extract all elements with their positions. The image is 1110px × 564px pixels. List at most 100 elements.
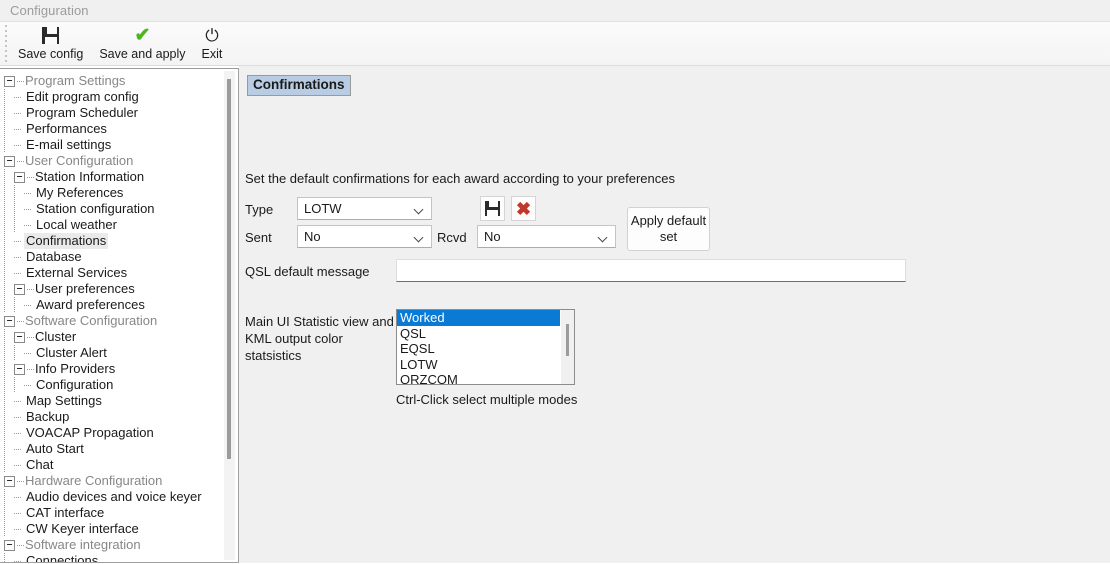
tree-item-e-mail-settings[interactable]: E-mail settings — [4, 137, 238, 153]
tree-indent-guide — [14, 377, 15, 393]
tree-connector — [27, 329, 35, 345]
tree-item-cw-keyer-interface[interactable]: CW Keyer interface — [4, 521, 238, 537]
tree-connector — [14, 121, 24, 137]
tree-indent-guide — [4, 249, 5, 265]
tree-item-cluster[interactable]: Cluster — [4, 329, 238, 345]
tree-indent-guide — [4, 425, 5, 441]
tree-item-info-providers[interactable]: Info Providers — [4, 361, 238, 377]
toolbar-gripper[interactable] — [1, 23, 10, 63]
tree-item-station-configuration[interactable]: Station configuration — [4, 201, 238, 217]
tree-connector — [17, 313, 25, 329]
tree-item-performances[interactable]: Performances — [4, 121, 238, 137]
statistics-list-item[interactable]: EQSL — [397, 341, 574, 357]
tree-expander-icon[interactable] — [14, 171, 25, 183]
tree-item-award-preferences[interactable]: Award preferences — [4, 297, 238, 313]
tree-item-hardware-configuration[interactable]: Hardware Configuration — [4, 473, 238, 489]
tree-connector — [14, 137, 24, 153]
tree-item-label: My References — [36, 185, 124, 200]
tree-connector — [27, 361, 35, 377]
exit-label: Exit — [201, 47, 223, 61]
tree-item-cat-interface[interactable]: CAT interface — [4, 505, 238, 521]
tree-connector — [14, 441, 24, 457]
tree-item-auto-start[interactable]: Auto Start — [4, 441, 238, 457]
tree-item-connections[interactable]: Connections — [4, 553, 238, 562]
tree-item-software-integration[interactable]: Software integration — [4, 537, 238, 553]
tree-item-label: Auto Start — [26, 441, 84, 456]
tree-indent-guide — [4, 393, 5, 409]
tree-item-label: Edit program config — [26, 89, 139, 104]
tree-scrollbar[interactable] — [224, 71, 235, 560]
tree-item-label: Cluster Alert — [36, 345, 107, 360]
tree-expander-icon[interactable] — [4, 155, 15, 167]
tree-item-user-configuration[interactable]: User Configuration — [4, 153, 238, 169]
chevron-down-icon — [409, 226, 431, 247]
statistics-listbox-thumb[interactable] — [566, 324, 569, 356]
tree-expander-icon[interactable] — [14, 331, 25, 343]
tree-item-program-settings[interactable]: Program Settings — [4, 73, 238, 89]
save-confirmation-button[interactable] — [480, 196, 505, 221]
tree-expander-icon[interactable] — [4, 315, 15, 327]
tree-item-map-settings[interactable]: Map Settings — [4, 393, 238, 409]
tree-item-label: External Services — [26, 265, 128, 280]
settings-content-pane: Confirmations Set the default confirmati… — [239, 66, 1110, 563]
statistics-list-item[interactable]: LOTW — [397, 357, 574, 373]
rcvd-select[interactable]: No — [477, 225, 616, 248]
tree-item-label: Database — [26, 249, 82, 264]
tree-connector — [14, 521, 24, 537]
tree-expander-icon[interactable] — [4, 475, 15, 487]
tree-item-local-weather[interactable]: Local weather — [4, 217, 238, 233]
tree-item-voacap-propagation[interactable]: VOACAP Propagation — [4, 425, 238, 441]
tree-item-program-scheduler[interactable]: Program Scheduler — [4, 105, 238, 121]
tree-item-my-references[interactable]: My References — [4, 185, 238, 201]
tree-connector — [14, 457, 24, 473]
tree-expander-icon[interactable] — [4, 75, 15, 87]
tree-connector — [14, 489, 24, 505]
save-and-apply-button[interactable]: ✔ Save and apply — [91, 22, 193, 64]
tree-item-cluster-alert[interactable]: Cluster Alert — [4, 345, 238, 361]
statistics-list-item[interactable]: QRZCOM — [397, 372, 574, 384]
qsl-default-message-input[interactable] — [396, 259, 906, 282]
delete-confirmation-button[interactable]: ✖ — [511, 196, 536, 221]
tree-item-external-services[interactable]: External Services — [4, 265, 238, 281]
main-toolbar: Save config ✔ Save and apply ⏻ Exit — [0, 22, 1110, 66]
power-icon: ⏻ — [205, 26, 219, 45]
tree-item-station-information[interactable]: Station Information — [4, 169, 238, 185]
tree-item-label: Program Scheduler — [26, 105, 138, 120]
tree-item-label: Audio devices and voice keyer — [26, 489, 202, 504]
statistics-listbox[interactable]: Worked QSL EQSL LOTW QRZCOM — [396, 309, 575, 385]
tree-item-label: Chat — [26, 457, 54, 472]
tree-item-backup[interactable]: Backup — [4, 409, 238, 425]
type-select[interactable]: LOTW — [297, 197, 432, 220]
tree-item-user-preferences[interactable]: User preferences — [4, 281, 238, 297]
navigation-tree[interactable]: Program Settings Edit program config Progr… — [0, 69, 238, 562]
tree-item-label: User Configuration — [25, 153, 134, 168]
tree-indent-guide — [4, 297, 5, 313]
statistics-listbox-scrollbar[interactable] — [560, 310, 574, 384]
save-config-button[interactable]: Save config — [10, 22, 91, 64]
apply-default-set-button[interactable]: Apply default set — [627, 207, 710, 251]
tree-item-label: Program Settings — [25, 73, 126, 88]
tree-item-database[interactable]: Database — [4, 249, 238, 265]
tree-expander-icon[interactable] — [14, 283, 25, 295]
tree-indent-guide — [4, 89, 5, 105]
tree-item-confirmations[interactable]: Confirmations — [4, 233, 238, 249]
statistics-list-item[interactable]: Worked — [397, 310, 574, 326]
tree-item-chat[interactable]: Chat — [4, 457, 238, 473]
sent-select[interactable]: No — [297, 225, 432, 248]
tree-item-label: Software integration — [25, 537, 141, 552]
tree-connector — [17, 473, 25, 489]
exit-button[interactable]: ⏻ Exit — [194, 22, 231, 64]
red-x-icon: ✖ — [515, 198, 532, 219]
statistics-list-item[interactable]: QSL — [397, 326, 574, 342]
tree-scrollbar-thumb[interactable] — [227, 79, 231, 459]
tree-item-software-configuration[interactable]: Software Configuration — [4, 313, 238, 329]
tree-connector — [14, 89, 24, 105]
tree-item-label: Performances — [26, 121, 107, 136]
tree-item-audio-devices-and-voice-keyer[interactable]: Audio devices and voice keyer — [4, 489, 238, 505]
tree-expander-icon[interactable] — [14, 363, 25, 375]
tree-item-label: E-mail settings — [26, 137, 112, 152]
floppy-disk-icon — [485, 201, 500, 216]
tree-item-edit-program-config[interactable]: Edit program config — [4, 89, 238, 105]
tree-item-configuration[interactable]: Configuration — [4, 377, 238, 393]
tree-expander-icon[interactable] — [4, 539, 15, 551]
